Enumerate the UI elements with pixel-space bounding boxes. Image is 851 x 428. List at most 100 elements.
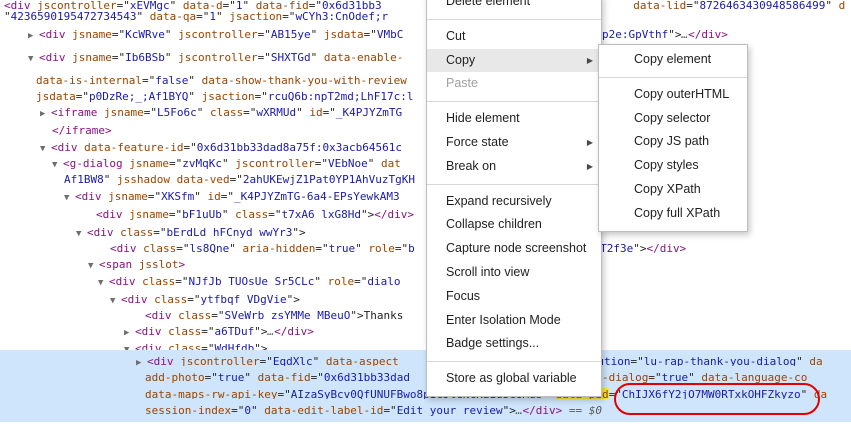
menu-separator xyxy=(427,18,601,20)
code-token: VMbC xyxy=(376,28,404,41)
menu-item-label: Copy selector xyxy=(634,110,711,125)
code-token: div xyxy=(387,208,408,221)
code-token: < xyxy=(51,106,58,119)
code-token: =" xyxy=(175,275,189,288)
menu-item-focus[interactable]: Focus xyxy=(427,285,601,308)
copy-submenu: Copy element Copy outerHTML Copy selector C… xyxy=(598,44,748,232)
menu-item-copy-outerhtml[interactable]: Copy outerHTML xyxy=(599,83,747,106)
code-token: =" xyxy=(268,208,282,221)
code-token: t7xA6 lxG8Hd xyxy=(281,208,361,221)
code-token: "> xyxy=(668,28,682,41)
context-menu: Delete element Cut Copy ▶ Paste Hide element F… xyxy=(426,0,602,397)
code-token: " xyxy=(4,10,11,23)
code-token: < xyxy=(75,190,82,203)
code-token: NJfJb TUOsUe Sr5CLc xyxy=(188,275,315,288)
menu-item-label: Copy element xyxy=(634,52,712,66)
code-token: " xyxy=(196,106,210,119)
code-token: class xyxy=(142,275,176,288)
menu-item-copy[interactable]: Copy ▶ xyxy=(427,48,601,72)
menu-item-copy-js-path[interactable]: Copy JS path xyxy=(599,130,747,153)
code-token: =" xyxy=(383,404,397,417)
code-token: =" xyxy=(111,51,126,64)
code-token: " xyxy=(296,106,310,119)
code-token: _K4PJYZmTG xyxy=(335,106,403,119)
code-token: data-edit-label-id xyxy=(264,404,384,417)
code-token: iframe xyxy=(57,106,98,119)
code-token: div xyxy=(535,404,556,417)
menu-item-capture-node-screenshot[interactable]: Capture node screenshot xyxy=(427,237,601,260)
menu-item-label: Break on xyxy=(446,158,497,173)
menu-item-label: Expand recursively xyxy=(446,193,552,208)
code-token: " xyxy=(164,28,179,41)
menu-item-label: Force state xyxy=(446,135,509,149)
menu-item-label: Store as global variable xyxy=(446,371,577,386)
menu-item-label: Paste xyxy=(446,76,478,91)
code-token: _K4PJYZmTG-6a4-EPsYewkAM3 xyxy=(234,190,400,203)
menu-item-copy-selector[interactable]: Copy selector xyxy=(599,107,747,130)
submenu-arrow-icon: ▶ xyxy=(586,138,593,147)
code-token: </ xyxy=(374,208,388,221)
code-token: jsname xyxy=(108,190,148,203)
menu-item-label: Delete element xyxy=(446,0,531,8)
code-token: =" xyxy=(257,51,271,64)
code-token: dialo xyxy=(367,275,401,288)
menu-item-copy-element[interactable]: Copy element xyxy=(599,48,747,71)
code-token: wCYh3:CnOdef;r xyxy=(295,10,389,23)
menu-item-label: Copy XPath xyxy=(634,182,701,196)
menu-item-label: Copy styles xyxy=(634,158,699,173)
menu-item-enter-isolation-mode[interactable]: Enter Isolation Mode xyxy=(427,309,601,332)
menu-item-copy-xpath[interactable]: Copy XPath xyxy=(599,178,747,201)
code-token: div xyxy=(115,275,136,288)
code-token: class xyxy=(235,208,269,221)
menu-item-label: Copy xyxy=(446,52,476,67)
code-token: < xyxy=(39,28,46,41)
menu-item-copy-full-xpath[interactable]: Copy full XPath xyxy=(599,202,747,225)
menu-item-label: Cut xyxy=(446,28,466,43)
code-token: 4236590195472734543 xyxy=(10,10,137,23)
menu-item-paste: Paste xyxy=(427,72,601,95)
menu-separator xyxy=(427,183,601,185)
menu-item-scroll-into-view[interactable]: Scroll into view xyxy=(427,261,601,284)
code-token: data-qa xyxy=(149,10,197,23)
code-token: =" xyxy=(147,190,162,203)
menu-item-force-state[interactable]: Force state ▶ xyxy=(427,131,601,154)
menu-item-store-as-global-variable[interactable]: Store as global variable xyxy=(427,367,601,390)
submenu-arrow-icon: ▶ xyxy=(586,55,593,65)
code-token: " xyxy=(136,10,150,23)
code-token: </ xyxy=(688,28,702,41)
selected-dom-node-line[interactable]: session-index="0" data-edit-label-id="Ed… xyxy=(0,399,851,422)
code-token: jsname xyxy=(104,106,144,119)
menu-item-hide-element[interactable]: Hide element xyxy=(427,107,601,130)
expand-triangle-icon[interactable]: ▶ xyxy=(28,25,39,46)
code-token: > xyxy=(721,28,728,41)
code-token: L5Fo6c xyxy=(157,106,197,119)
code-token: role xyxy=(327,275,355,288)
code-token: XKSfm xyxy=(161,190,195,203)
menu-item-badge-settings[interactable]: Badge settings... xyxy=(427,332,601,355)
menu-item-copy-styles[interactable]: Copy styles xyxy=(599,154,747,177)
menu-item-delete-element[interactable]: Delete element xyxy=(427,0,601,13)
code-token: Edit your review xyxy=(396,404,503,417)
code-token: jsdata xyxy=(323,28,364,41)
code-token: < xyxy=(39,51,46,64)
menu-item-label: Collapse children xyxy=(446,217,542,232)
menu-item-label: Enter Isolation Mode xyxy=(446,312,561,327)
code-token: jsaction xyxy=(229,10,283,23)
menu-item-collapse-children[interactable]: Collapse children xyxy=(427,213,601,236)
menu-item-expand-recursively[interactable]: Expand recursively xyxy=(427,190,601,213)
menu-item-label: Scroll into view xyxy=(446,265,530,279)
code-token: div xyxy=(45,28,66,41)
code-token: session-index xyxy=(145,404,232,417)
code-token: div xyxy=(81,190,102,203)
menu-item-label: Copy outerHTML xyxy=(634,86,730,101)
code-token: … xyxy=(515,404,523,417)
code-token: == $0 xyxy=(562,404,603,417)
code-token: div xyxy=(45,51,66,64)
menu-item-cut[interactable]: Cut xyxy=(427,25,601,48)
menu-separator xyxy=(427,101,601,103)
code-token: =" xyxy=(143,106,157,119)
menu-item-break-on[interactable]: Break on ▶ xyxy=(427,155,601,178)
code-token: =" xyxy=(243,106,257,119)
collapse-triangle-icon[interactable]: ▼ xyxy=(28,48,39,69)
